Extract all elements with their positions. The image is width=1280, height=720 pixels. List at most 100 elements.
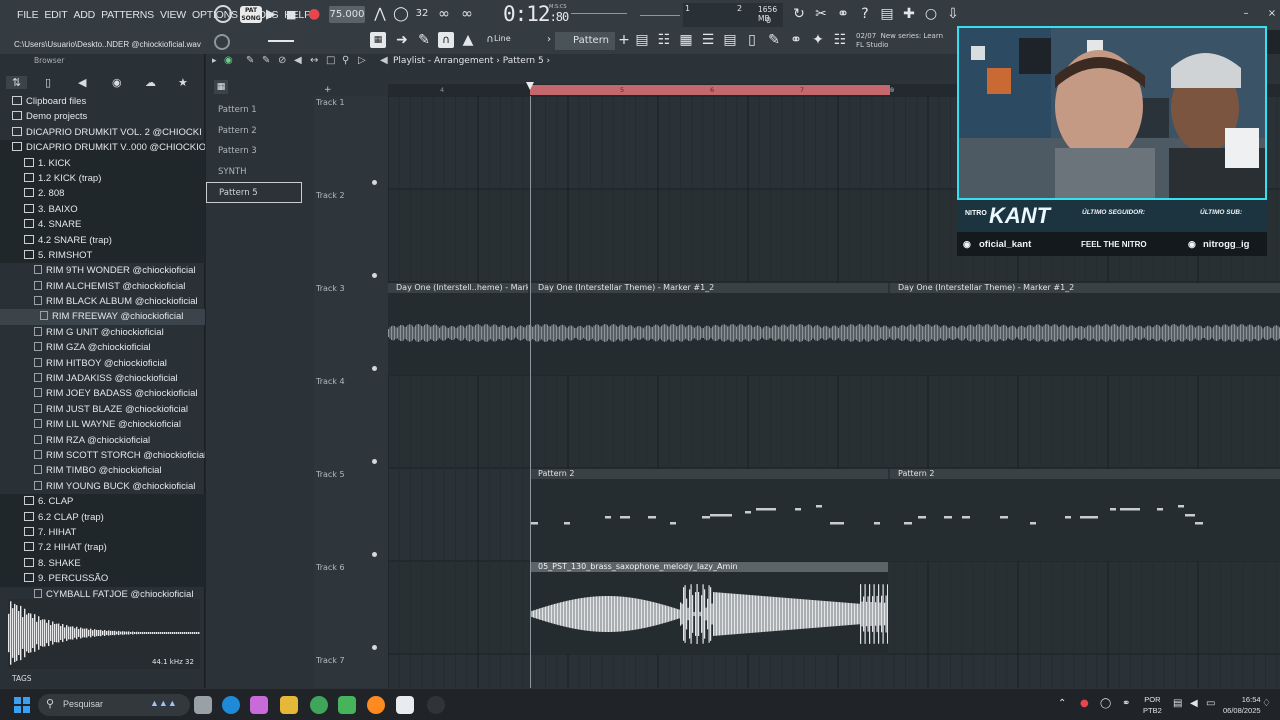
menu-view[interactable]: VIEW [157,9,189,21]
tray-network-icon[interactable]: ◯ [1100,698,1111,709]
download-icon[interactable]: ⇩ [945,6,961,22]
track-enable-dot[interactable] [372,366,377,371]
add-pattern-icon[interactable]: + [616,32,632,48]
browser-folder[interactable]: 7.2 HIHAT (trap) [0,540,205,556]
track-enable-dot[interactable] [372,552,377,557]
browser-folder[interactable]: DICAPRIO DRUMKIT V..000 @CHIOCKIOFICIAL [0,140,205,156]
browser-file[interactable]: RIM YOUNG BUCK @chiockioficial [0,479,205,494]
wand-icon[interactable]: ✦ [810,32,826,48]
browser-plugin-icon[interactable]: ◉ [112,76,122,89]
file-icon[interactable]: ▯ [744,32,760,48]
cut-icon[interactable]: ✂ [813,6,829,22]
app-active-icon[interactable] [396,696,414,714]
tray-battery-icon[interactable]: ▭ [1206,698,1215,709]
master-pitch-slider[interactable] [640,15,680,16]
track-enable-dot[interactable] [372,180,377,185]
browser-folder[interactable]: 6. CLAP [0,494,205,510]
browser-folder[interactable]: 6.2 CLAP (trap) [0,509,205,525]
play-icon[interactable]: ▶ [266,4,276,24]
picker-piano-icon[interactable]: ▦ [214,80,228,94]
tags-label[interactable]: TAGS [12,674,32,683]
mic-record-icon[interactable]: ⚭ [788,32,804,48]
browser-file[interactable]: RIM FREEWAY @chiockioficial [0,309,205,325]
song-mode-toggle[interactable]: PAT SONG [240,6,262,23]
help-icon[interactable]: ? [857,6,873,22]
browser-cloud-icon[interactable]: ☁ [145,76,156,89]
track-enable-dot[interactable] [372,459,377,464]
pattern-song-circle-icon[interactable] [214,4,232,24]
step-edit-icon[interactable]: ∞ [436,6,452,22]
chrome-icon[interactable] [310,696,328,714]
piano-keys-icon[interactable]: ▦ [370,32,386,48]
playlist-zoom-icon[interactable]: ⚲ [342,55,349,66]
menu-patterns[interactable]: PATTERNS [98,9,157,21]
browser-folder[interactable]: 1.2 KICK (trap) [0,170,205,187]
track-header-label[interactable]: Track 6 [316,563,345,572]
taskbar-clock[interactable]: 16:54 06/08/2025 [1223,694,1261,716]
browser-folder[interactable]: 9. PERCUSSÃO [0,571,205,587]
fl-studio-icon[interactable] [367,696,385,714]
cart-icon[interactable]: ☷ [832,32,848,48]
browser-file[interactable]: RIM 9TH WONDER @chiockioficial [0,263,205,278]
browser-file[interactable]: RIM JADAKISS @chiockioficial [0,371,205,386]
pattern-clip-header[interactable]: Pattern 2 [530,469,888,479]
copilot-icon[interactable] [250,696,268,714]
browser-file[interactable]: RIM GZA @chiockioficial [0,340,205,355]
snap-selector[interactable]: Line [494,34,511,43]
track-enable-dot[interactable] [372,273,377,278]
browser-folder[interactable]: DICAPRIO DRUMKIT VOL. 2 @CHIOCKI [0,125,205,140]
playlist-arrow-icon[interactable]: ▸ [212,56,217,66]
arrow-right-icon[interactable]: ➜ [394,32,410,48]
tray-app-icon[interactable]: ● [1080,698,1089,709]
sax-clip-waveform[interactable] [530,572,888,654]
browser-folder[interactable]: Demo projects [0,109,205,124]
song-position-slider[interactable] [571,13,627,14]
audio-clip-header[interactable]: 05_PST_130_brass_saxophone_melody_lazy_A… [530,562,888,572]
loop-record-icon[interactable]: ∞ [459,6,475,22]
browser-file[interactable]: RIM G UNIT @chiockioficial [0,325,205,340]
browser-folder[interactable]: Clipboard files [0,94,205,109]
browser-file[interactable]: RIM LIL WAYNE @chiockioficial [0,417,205,432]
tray-display-icon[interactable]: ▤ [1173,698,1182,709]
piano-roll-icon[interactable]: ▤ [722,32,738,48]
audio-clip-header[interactable]: Day One (Interstellar Theme) - Marker #1… [530,283,888,293]
audio-clip-waveform[interactable] [388,293,1280,375]
tempo-display[interactable]: 75.000 [329,6,365,23]
browser-file[interactable]: RIM SCOTT STORCH @chiockioficial [0,448,205,463]
undo-icon[interactable]: ↻ [791,6,807,22]
browser-all-tab-icon[interactable]: ⇅ [6,76,28,89]
track-header-label[interactable]: Track 2 [316,191,345,200]
metronome-icon[interactable]: ⋀ [372,6,388,22]
plugin-icon[interactable]: ✚ [901,6,917,22]
notification-bell-icon[interactable]: ♢ [1262,698,1271,709]
playlist-slip-icon[interactable]: ↔ [310,55,318,66]
browser-folder[interactable]: 4. SNARE [0,217,205,233]
browser-folder[interactable]: 7. HIHAT [0,524,205,541]
playlist-speaker-icon[interactable]: ◀ [380,55,388,66]
browser-file[interactable]: RIM JUST BLAZE @chiockioficial [0,402,205,417]
menu-add[interactable]: ADD [71,9,99,21]
browser-folder[interactable]: 1. KICK [0,155,205,171]
mixer-icon[interactable]: ☰ [700,32,716,48]
playlist-delete-icon[interactable]: ⊘ [278,55,286,66]
browser-folder[interactable]: 2. 808 [0,186,205,202]
stop-icon[interactable]: ■ [286,4,296,24]
audio-clip-header[interactable]: Day One (Interstellar Theme) - Marker #1… [890,283,1280,293]
menu-file[interactable]: FILE [14,9,41,21]
track-header-label[interactable]: Track 7 [316,656,345,665]
menu-edit[interactable]: EDIT [41,9,70,21]
countdown-icon[interactable]: 32 [414,6,430,22]
task-view-icon[interactable] [194,696,212,714]
playhead-marker-icon[interactable] [526,82,534,90]
mixer-grid-icon[interactable]: ▦ [678,32,694,48]
browser-file[interactable]: RIM TIMBO @chiockioficial [0,463,205,478]
playlist-mute-icon[interactable]: ◀ [294,55,302,66]
playlist-headphones-icon[interactable]: ◉ [224,55,233,66]
taskbar-search[interactable]: ⚲ Pesquisar ▲▲▲ [38,694,190,716]
track-header-label[interactable]: Track 5 [316,470,345,479]
playlist-select-icon[interactable]: □ [326,55,335,66]
browser-file[interactable]: RIM RZA @chiockioficial [0,433,205,448]
language-indicator[interactable]: POR PTB2 [1143,694,1162,716]
browser-speaker-icon[interactable]: ◀ [78,76,86,89]
mic-icon[interactable]: ⚭ [835,6,851,22]
